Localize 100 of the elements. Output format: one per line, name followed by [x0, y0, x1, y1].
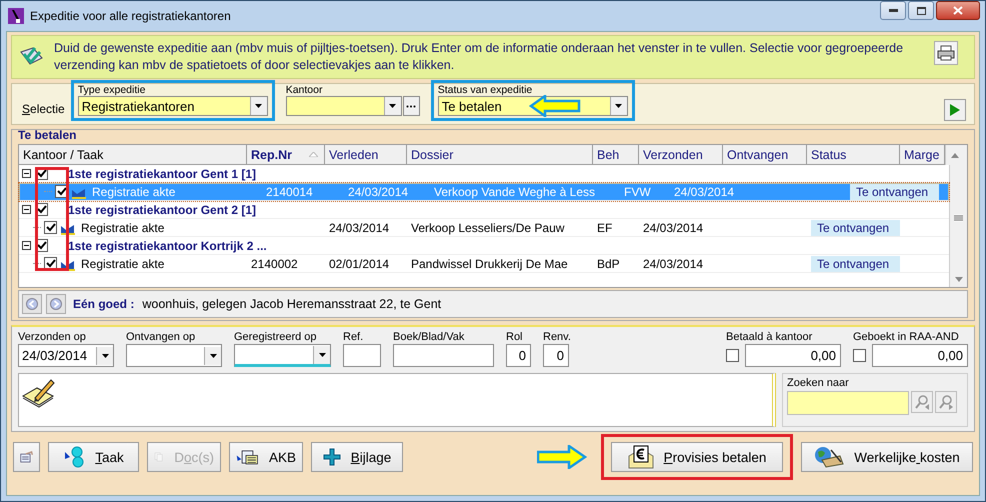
table-cell: BdP	[597, 256, 620, 270]
checkbox[interactable]	[726, 349, 739, 362]
field-label: Betaald à kantoor	[726, 331, 814, 343]
table-cell: Pandwissel Drukkerij De Mae	[411, 256, 568, 270]
table-cell: EF	[597, 220, 612, 234]
group-title: Te betalen	[18, 128, 78, 142]
field-label: Geregistreerd op	[234, 331, 318, 343]
table-cell: Verkoop Lesseliers/De Pauw	[411, 220, 564, 234]
table-cell: 24/03/2014	[643, 256, 704, 270]
column-header[interactable]: Verleden	[325, 145, 407, 165]
app-icon	[8, 8, 24, 24]
properties-button[interactable]	[13, 442, 40, 472]
field-label: Ontvangen op	[126, 331, 196, 343]
field-label: Zoeken naar	[787, 377, 850, 389]
table-cell: 24/03/2014	[329, 220, 390, 234]
maximize-button[interactable]	[908, 1, 934, 20]
column-header[interactable]: Dossier	[407, 145, 593, 165]
collapse-toggle[interactable]	[22, 241, 31, 250]
table-cell: 2140014	[266, 184, 313, 198]
minimize-button[interactable]	[880, 1, 906, 20]
amount-field[interactable]: 0,00	[745, 344, 841, 367]
detail-label: Eén goed :	[73, 297, 134, 311]
status-label: Te ontvangen	[811, 256, 900, 272]
previous-button[interactable]	[22, 294, 42, 314]
column-header[interactable]: Verzonden	[639, 145, 723, 165]
office-group-title: 1ste registratiekantoor Gent 2 [1]	[68, 202, 256, 216]
instruction-text: Duid de gewenste expeditie aan (mbv muis of pijltjes-toetsen). Druk Enter om de informatie onderaan het venster in te vullen. Selectie voor gegroepeerde verzending kan mbv de spatietoets of door selectievakjes aan te klikken.	[54, 40, 904, 74]
sort-icon	[309, 152, 318, 157]
table-cell: 24/03/2014	[643, 220, 704, 234]
up-arrow-icon	[950, 152, 958, 158]
table-cell: 24/03/2014	[348, 184, 408, 198]
detail-text: woonhuis, gelegen Jacob Heremansstraat 22, te Gent	[142, 297, 442, 311]
field-label: Renv.	[543, 331, 569, 343]
caret-icon	[255, 104, 262, 108]
dropdown[interactable]: Registratiekantoren	[78, 96, 268, 116]
task-row[interactable]: Registratie akte 24/03/2014 Verkoop Lesseliers/De Pauw EF 24/03/2014 Te ontvangen	[19, 219, 949, 237]
date-dropdown[interactable]	[234, 344, 331, 367]
search-icon	[938, 394, 954, 410]
costs-button[interactable]: Werkelijke kosten	[801, 442, 973, 472]
amount-field[interactable]: 0,00	[872, 344, 968, 367]
table-cell: Verkoop Vande Weghe à Less	[434, 184, 596, 198]
attach-button[interactable]: Bijlage	[311, 442, 403, 472]
caret-icon	[210, 354, 216, 358]
field-label: Verzonden op	[18, 331, 87, 343]
task-button[interactable]: Taak	[48, 442, 139, 472]
column-header[interactable]: Status	[807, 145, 900, 165]
table-cell: 2140002	[251, 256, 298, 270]
date-dropdown[interactable]	[126, 344, 222, 367]
play-button[interactable]	[944, 99, 966, 121]
collapse-toggle[interactable]	[22, 205, 31, 214]
table-cell: 24/03/2014	[674, 184, 734, 198]
close-button[interactable]	[936, 1, 980, 20]
caret-icon	[102, 354, 108, 358]
window-title: Expeditie voor alle registratiekantoren	[30, 9, 231, 23]
input-field[interactable]	[393, 344, 494, 367]
table-cell: 02/01/2014	[329, 256, 390, 270]
search-field[interactable]	[787, 391, 909, 415]
plus-icon	[322, 448, 341, 466]
task-name: Registratie akte	[81, 220, 164, 234]
field-label: Status van expeditie	[438, 84, 534, 96]
column-header[interactable]: Rep.Nr	[247, 145, 325, 165]
field-label: Geboekt in RAA-AND	[853, 331, 960, 343]
column-header[interactable]: Beh	[593, 145, 639, 165]
field-label: Kantoor	[286, 84, 324, 96]
office-group-title: 1ste registratiekantoor Kortrijk 2 ...	[68, 238, 267, 252]
input-field[interactable]: 0	[506, 344, 531, 367]
print-button[interactable]	[934, 41, 958, 65]
date-dropdown[interactable]: 24/03/2014	[18, 344, 114, 367]
selection-label: Selectie	[22, 102, 65, 116]
checkbox[interactable]	[853, 349, 866, 362]
status-label: Te ontvangen	[811, 220, 900, 236]
task-row[interactable]: Registratie akte 2140002 02/01/2014 Pandwissel Drukkerij De Mae BdP 24/03/2014 Te ontvangen	[19, 255, 949, 273]
scroll-down-button[interactable]	[949, 271, 967, 287]
euro-envelope-icon	[628, 445, 654, 469]
browse-button[interactable]	[402, 96, 420, 116]
caret-icon	[615, 104, 622, 108]
column-header[interactable]: Kantoor / Taak	[19, 145, 247, 165]
next-button[interactable]	[46, 294, 66, 314]
akb-button[interactable]: AKB	[229, 442, 303, 472]
ellipsis-icon	[406, 104, 416, 108]
input-field[interactable]: 0	[543, 344, 569, 367]
field-label: Rol	[506, 331, 524, 343]
collapse-toggle[interactable]	[22, 169, 31, 178]
checkbox[interactable]	[44, 221, 57, 234]
close-icon	[953, 6, 963, 15]
play-icon	[949, 103, 961, 117]
task-name: Registratie akte	[92, 184, 176, 198]
task-row[interactable]: Registratie akte 2140014 24/03/2014 Verkoop Vande Weghe à Less FVW 24/03/2014 Te ontvangen	[19, 183, 949, 201]
column-header[interactable]: Ontvangen	[723, 145, 807, 165]
task-name: Registratie akte	[81, 256, 164, 270]
pay-button[interactable]: Provisies betalen	[611, 442, 783, 472]
printer-icon	[937, 45, 955, 61]
dropdown[interactable]: Te betalen	[438, 96, 628, 116]
caret-icon	[389, 104, 396, 108]
table-cell: FVW	[624, 184, 651, 198]
input-field[interactable]	[343, 344, 381, 367]
status-label: Te ontvangen	[850, 184, 939, 200]
field-label: Ref.	[343, 331, 364, 343]
minimize-icon	[888, 9, 898, 12]
down-arrow-icon	[954, 276, 962, 282]
